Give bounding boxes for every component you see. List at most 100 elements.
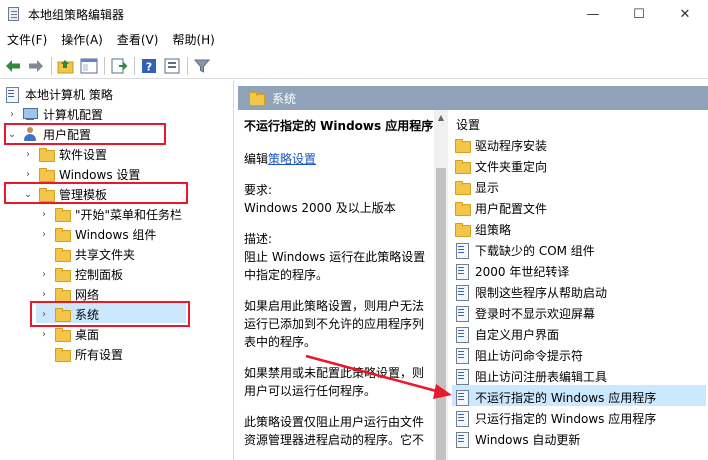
tree-item-shared-folders[interactable]: 共享文件夹 (54, 244, 135, 264)
toolbar-separator (104, 56, 105, 75)
folder-icon (38, 166, 55, 182)
tree-label: 计算机配置 (43, 107, 104, 122)
list-item[interactable]: 组策略 (454, 219, 511, 239)
menu-action[interactable]: 操作(A) (54, 29, 110, 51)
tree-item-windows-settings[interactable]: › Windows 设置 (22, 164, 140, 184)
scroll-up-arrow-icon[interactable]: ▲ (434, 110, 448, 124)
policy-setting-icon (454, 410, 470, 427)
description-block: 描述: 阻止 Windows 运行在此策略设置中指定的程序。 (244, 230, 428, 284)
computer-icon (22, 106, 38, 122)
tree-label: Windows 设置 (59, 167, 141, 182)
maximize-button[interactable]: ☐ (616, 0, 662, 28)
list-item[interactable]: 阻止访问命令提示符 (454, 345, 583, 365)
folder-icon (54, 206, 71, 222)
minimize-button[interactable]: — (570, 0, 616, 28)
menu-help[interactable]: 帮助(H) (165, 29, 221, 51)
menu-file[interactable]: 文件(F) (0, 29, 54, 51)
list-column-header[interactable]: 设置 (456, 116, 480, 133)
list-item-label: 限制这些程序从帮助启动 (475, 285, 608, 300)
tree-label: 本地计算机 策略 (25, 87, 113, 102)
chevron-right-icon[interactable]: › (38, 288, 50, 300)
export-list-button[interactable] (108, 55, 130, 77)
tree-item-windows-components[interactable]: › Windows 组件 (38, 224, 156, 244)
policy-setting-icon (454, 305, 470, 322)
list-item-label: 驱动程序安装 (475, 138, 548, 153)
filter-button[interactable] (191, 55, 213, 77)
list-item[interactable]: 下载缺少的 COM 组件 (454, 240, 595, 260)
description-label: 描述: (244, 232, 273, 246)
policy-setting-icon (454, 263, 470, 280)
folder-icon (454, 221, 471, 237)
folder-icon (454, 179, 471, 195)
folder-icon (454, 200, 471, 216)
list-item[interactable]: 阻止访问注册表编辑工具 (454, 366, 607, 386)
policy-title: 不运行指定的 Windows 应用程序 (244, 119, 434, 133)
policy-icon (4, 86, 20, 103)
chevron-right-icon[interactable]: › (6, 108, 18, 120)
tree-label: 控制面板 (75, 267, 124, 282)
folder-icon (54, 266, 71, 282)
tree-item-local-computer-policy[interactable]: 本地计算机 策略 (4, 84, 113, 104)
highlight-box-admin-templates (4, 182, 188, 204)
help-icon: ? (142, 58, 156, 73)
chevron-right-icon[interactable]: › (38, 268, 50, 280)
list-item[interactable]: 只运行指定的 Windows 应用程序 (454, 408, 656, 428)
menu-view[interactable]: 查看(V) (110, 29, 166, 51)
enabled-text: 如果启用此策略设置，则用户无法运行已添加到不允许的应用程序列表中的程序。 (244, 299, 425, 349)
list-item[interactable]: 登录时不显示欢迎屏幕 (454, 303, 595, 323)
folder-icon (54, 346, 71, 362)
up-folder-button[interactable] (55, 55, 77, 77)
tree-label: Windows 组件 (75, 227, 157, 242)
tree-item-all-settings[interactable]: 所有设置 (54, 344, 123, 364)
tree-label: 软件设置 (59, 147, 108, 162)
close-button[interactable]: ✕ (662, 0, 708, 28)
list-item-label: Windows 自动更新 (475, 432, 581, 447)
tree-item-computer-config[interactable]: › 计算机配置 (6, 104, 103, 124)
tree-label: 桌面 (75, 327, 100, 342)
tree-item-start-menu-taskbar[interactable]: › "开始"菜单和任务栏 (38, 204, 182, 224)
list-item[interactable]: 用户配置文件 (454, 198, 547, 218)
window-title: 本地组策略编辑器 (28, 7, 125, 22)
description-text: 阻止 Windows 运行在此策略设置中指定的程序。 (244, 250, 426, 282)
tree-item-software-settings[interactable]: › 软件设置 (22, 144, 107, 164)
chevron-right-icon[interactable]: › (22, 168, 34, 180)
tree-label: 网络 (75, 287, 100, 302)
list-item-label: 下载缺少的 COM 组件 (475, 243, 595, 258)
disabled-text: 如果禁用或未配置此策略设置，则用户可以运行任何程序。 (244, 366, 425, 398)
chevron-right-icon[interactable]: › (38, 328, 50, 340)
folder-icon (38, 146, 55, 162)
back-button[interactable] (2, 55, 24, 77)
folder-icon (54, 226, 71, 242)
list-item[interactable]: 限制这些程序从帮助启动 (454, 282, 607, 302)
list-item[interactable]: Windows 自动更新 (454, 429, 580, 449)
list-item-selected[interactable]: 不运行指定的 Windows 应用程序 (454, 387, 656, 407)
list-item-label: 自定义用户界面 (475, 327, 560, 342)
tree-item-desktop[interactable]: › 桌面 (38, 324, 99, 344)
chevron-right-icon[interactable]: › (38, 208, 50, 220)
folder-icon (54, 286, 71, 302)
list-item[interactable]: 2000 年世纪转译 (454, 261, 569, 281)
scrollbar-thumb[interactable] (436, 168, 446, 460)
forward-arrow-icon (29, 59, 43, 72)
policy-description-pane: 不运行指定的 Windows 应用程序 编辑策略设置 要求: Windows 2… (238, 110, 434, 460)
description-scrollbar[interactable]: ▲ (434, 110, 448, 460)
list-item-label: 文件夹重定向 (475, 159, 548, 174)
settings-list: 设置 驱动程序安装 文件夹重定向 显示 用户配置文件 组策略 下载缺少的 COM… (448, 110, 708, 460)
folder-icon (454, 137, 471, 153)
properties-icon (164, 58, 180, 73)
help-button[interactable]: ? (138, 55, 160, 77)
list-item[interactable]: 自定义用户界面 (454, 324, 559, 344)
header-title: 系统 (272, 91, 297, 106)
tree-item-control-panel[interactable]: › 控制面板 (38, 264, 123, 284)
properties-button[interactable] (161, 55, 183, 77)
chevron-right-icon[interactable]: › (22, 148, 34, 160)
list-item[interactable]: 文件夹重定向 (454, 156, 547, 176)
edit-policy-line: 编辑策略设置 (244, 150, 428, 168)
list-item[interactable]: 驱动程序安装 (454, 135, 547, 155)
chevron-right-icon[interactable]: › (38, 228, 50, 240)
show-hide-tree-button[interactable] (78, 55, 100, 77)
forward-button[interactable] (25, 55, 47, 77)
list-item[interactable]: 显示 (454, 177, 499, 197)
folder-icon (54, 246, 71, 262)
edit-policy-link[interactable]: 策略设置 (268, 152, 316, 166)
